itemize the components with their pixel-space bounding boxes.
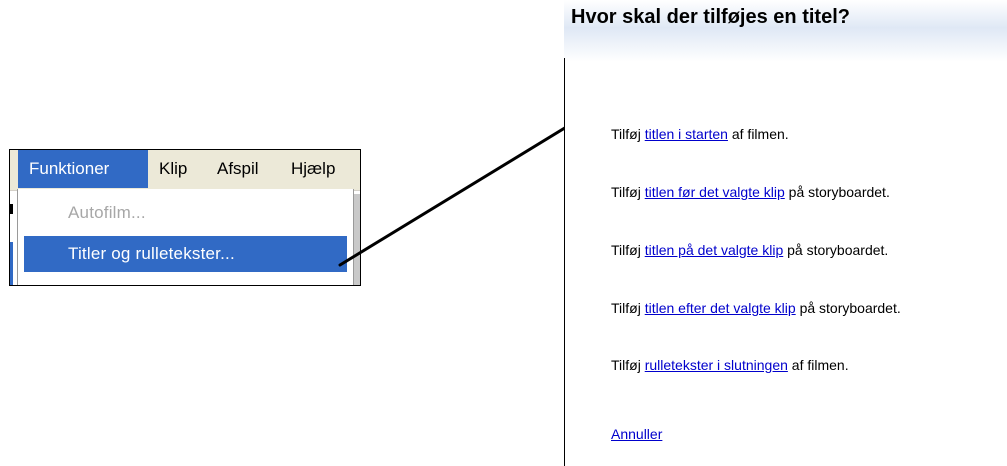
window-edge-fragment [10, 204, 13, 214]
option-suffix: på storyboardet. [784, 184, 890, 200]
link-title-before-clip[interactable]: titlen før det valgte klip [645, 184, 785, 200]
option-title-after-clip: Tilføj titlen efter det valgte klip på s… [611, 300, 901, 316]
link-title-at-start[interactable]: titlen i starten [645, 126, 728, 142]
menu-hjaelp[interactable]: Hjælp [280, 150, 346, 188]
menu-item-autofilm[interactable]: Autofilm... [24, 195, 347, 231]
menubar: Funktioner Klip Afspil Hjælp [10, 150, 360, 191]
option-prefix: Tilføj [611, 357, 645, 373]
option-prefix: Tilføj [611, 184, 645, 200]
option-suffix: på storyboardet. [783, 242, 889, 258]
link-title-after-clip[interactable]: titlen efter det valgte klip [645, 300, 796, 316]
link-title-on-clip[interactable]: titlen på det valgte klip [645, 242, 784, 258]
pane-left-border [564, 58, 565, 466]
option-suffix: på storyboardet. [795, 300, 901, 316]
option-prefix: Tilføj [611, 300, 645, 316]
window-edge-fragment-blue [10, 242, 13, 285]
menu-crop: Funktioner Klip Afspil Hjælp Autofilm...… [9, 149, 361, 286]
pane-header: Hvor skal der tilføjes en titel? [564, 0, 1007, 62]
dropdown-shadow [354, 194, 360, 285]
menu-klip[interactable]: Klip [148, 150, 198, 188]
menu-funktioner[interactable]: Funktioner [18, 150, 148, 188]
menu-item-titler-og-rulletekster[interactable]: Titler og rulletekster... [24, 236, 347, 272]
option-suffix: af filmen. [727, 126, 789, 142]
option-title-on-clip: Tilføj titlen på det valgte klip på stor… [611, 242, 888, 258]
option-prefix: Tilføj [611, 242, 645, 258]
funktioner-dropdown: Autofilm... Titler og rulletekster... [17, 189, 354, 285]
pane-title: Hvor skal der tilføjes en titel? [571, 6, 850, 28]
cancel-link[interactable]: Annuller [611, 426, 662, 442]
title-placement-pane: Hvor skal der tilføjes en titel? Tilføj … [564, 0, 1007, 466]
option-suffix: af filmen. [787, 357, 849, 373]
option-title-at-start: Tilføj titlen i starten af filmen. [611, 126, 789, 142]
link-credits-at-end[interactable]: rulletekster i slutningen [645, 357, 788, 373]
option-credits-at-end: Tilføj rulletekster i slutningen af film… [611, 357, 849, 373]
option-title-before-clip: Tilføj titlen før det valgte klip på sto… [611, 184, 890, 200]
option-prefix: Tilføj [611, 126, 645, 142]
menu-afspil[interactable]: Afspil [206, 150, 270, 188]
